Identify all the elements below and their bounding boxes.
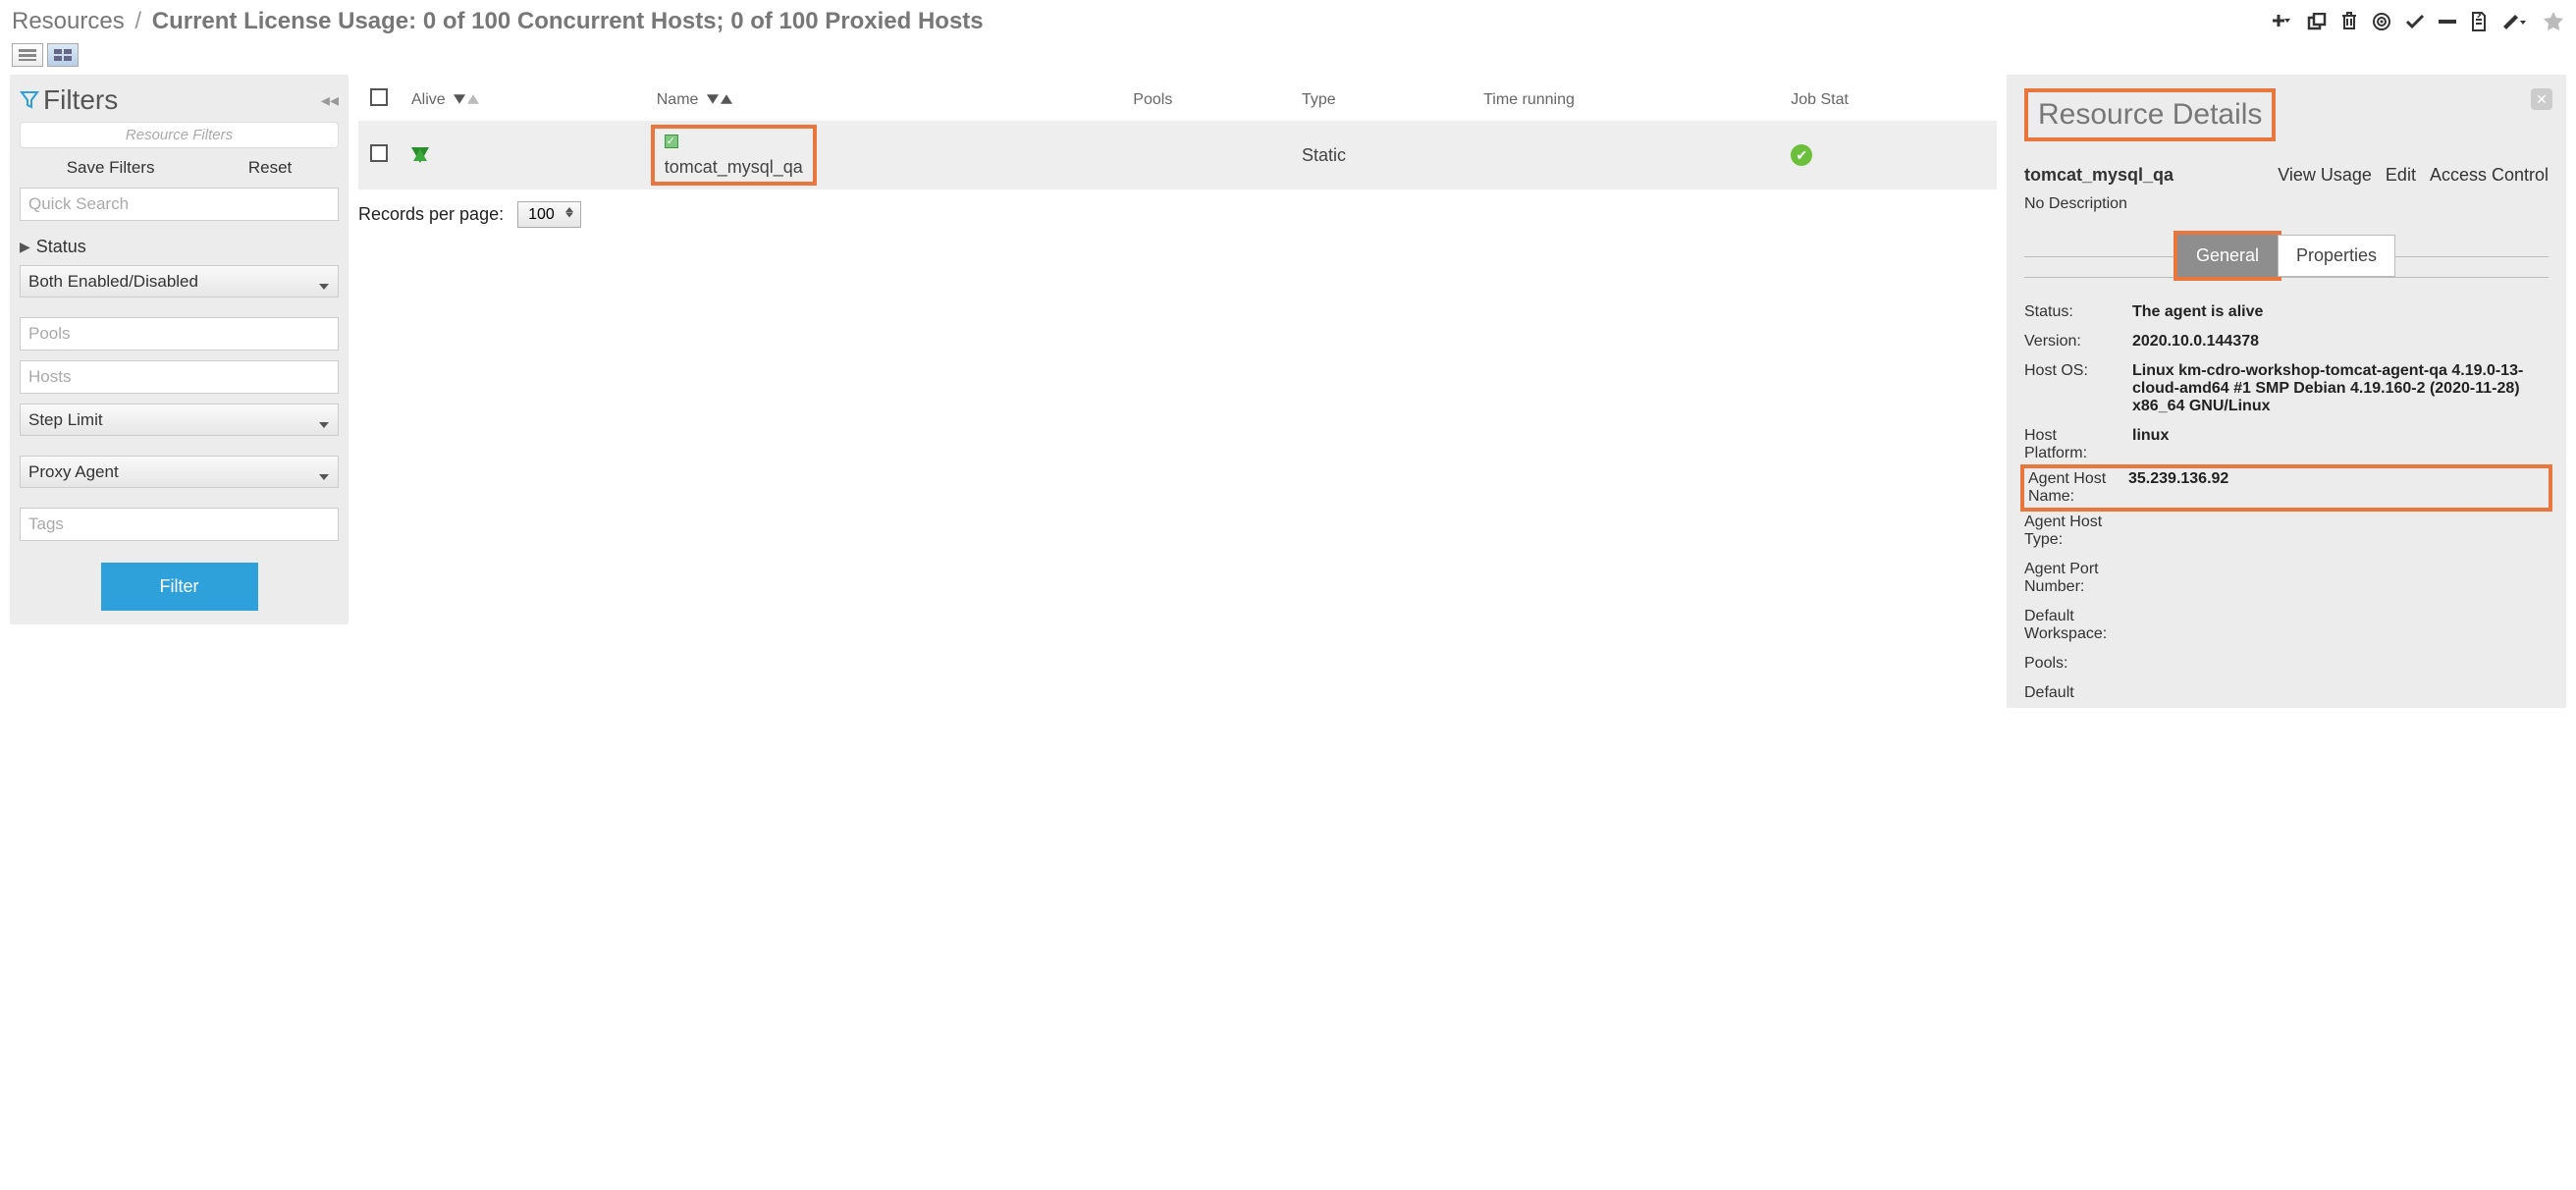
breadcrumb-root[interactable]: Resources — [12, 8, 125, 34]
quick-search-input[interactable] — [20, 188, 339, 221]
type-cell: Static — [1290, 121, 1472, 189]
records-per-page-select[interactable]: 100 — [517, 201, 581, 228]
caret-right-icon: ▶ — [20, 239, 30, 255]
funnel-icon — [20, 90, 39, 110]
filters-panel: Filters ◂◂ Resource Filters Save Filters… — [10, 75, 349, 624]
table-area: Alive Name Pools Type — [358, 75, 1997, 240]
status-toggle[interactable]: ▶ Status — [20, 237, 339, 257]
details-panel: ✕ Resource Details tomcat_mysql_qa No De… — [2007, 75, 2566, 708]
reset-filters-link[interactable]: Reset — [248, 158, 292, 178]
pools-input[interactable] — [20, 317, 339, 351]
breadcrumb: Resources / Current License Usage: 0 of … — [12, 8, 2272, 35]
details-resource-name: tomcat_mysql_qa — [2024, 165, 2174, 186]
prop-default-label: Default — [2024, 684, 2122, 702]
prop-port-label: Agent Port Number: — [2024, 561, 2122, 596]
edit-link[interactable]: Edit — [2386, 165, 2416, 186]
records-label: Records per page: — [358, 204, 504, 225]
filter-button[interactable]: Filter — [101, 563, 258, 611]
tab-properties[interactable]: Properties — [2278, 235, 2395, 277]
col-type[interactable]: Type — [1290, 79, 1472, 121]
prop-ws-label: Default Workspace: — [2024, 608, 2122, 643]
col-name[interactable]: Name — [645, 79, 1122, 121]
sort-icon — [707, 94, 732, 104]
prop-pools-label: Pools: — [2024, 655, 2122, 673]
document-icon[interactable] — [2470, 12, 2488, 31]
prop-version-value: 2020.10.0.144378 — [2132, 333, 2549, 351]
copy-icon[interactable] — [2307, 13, 2327, 30]
col-time-running[interactable]: Time running — [1472, 79, 1779, 121]
alive-icon — [411, 147, 633, 163]
details-description: No Description — [2024, 195, 2174, 213]
trash-icon[interactable] — [2340, 12, 2358, 31]
prop-platform-value: linux — [2132, 427, 2549, 445]
resource-filters-bar[interactable]: Resource Filters — [20, 122, 339, 148]
agent-host-name-highlight: Agent Host Name: 35.239.136.92 — [2024, 468, 2549, 508]
prop-status-value: The agent is alive — [2132, 303, 2549, 321]
access-control-link[interactable]: Access Control — [2430, 165, 2549, 186]
status-label: Status — [36, 237, 86, 257]
prop-hosttype-label: Agent Host Type: — [2024, 514, 2122, 549]
edit-menu-icon[interactable] — [2501, 13, 2529, 30]
view-usage-link[interactable]: View Usage — [2278, 165, 2372, 186]
filters-title-text: Filters — [43, 84, 118, 116]
select-all-checkbox[interactable] — [370, 88, 388, 106]
prop-status-label: Status: — [2024, 303, 2122, 321]
hosts-input[interactable] — [20, 360, 339, 394]
minus-icon[interactable] — [2439, 19, 2456, 25]
col-pools[interactable]: Pools — [1121, 79, 1290, 121]
breadcrumb-title: Current License Usage: 0 of 100 Concurre… — [152, 8, 984, 34]
col-alive[interactable]: Alive — [400, 79, 645, 121]
sort-icon — [454, 94, 479, 104]
prop-hostname-label: Agent Host Name: — [2028, 470, 2119, 506]
prop-platform-label: Host Platform: — [2024, 427, 2122, 462]
resource-name-text: tomcat_mysql_qa — [665, 157, 803, 177]
tags-input[interactable] — [20, 508, 339, 541]
status-ok-icon: ✔ — [1791, 144, 1812, 166]
table-row[interactable]: tomcat_mysql_qa Static ✔ — [358, 121, 1997, 189]
prop-hostos-value: Linux km-cdro-workshop-tomcat-agent-qa 4… — [2132, 362, 2549, 415]
enabled-select[interactable]: Both Enabled/Disabled — [20, 265, 339, 298]
collapse-icon[interactable]: ◂◂ — [321, 90, 339, 111]
star-icon[interactable] — [2543, 11, 2564, 32]
prop-hostname-value: 35.239.136.92 — [2128, 470, 2545, 488]
step-limit-select[interactable]: Step Limit — [20, 404, 339, 436]
grid-view-icon[interactable] — [47, 43, 79, 67]
details-title: Resource Details — [2024, 88, 2276, 141]
add-menu-icon[interactable] — [2272, 13, 2293, 30]
tab-general[interactable]: General — [2177, 235, 2278, 277]
prop-hostos-label: Host OS: — [2024, 362, 2122, 380]
proxy-agent-select[interactable]: Proxy Agent — [20, 456, 339, 488]
filters-title: Filters — [20, 84, 118, 116]
prop-version-label: Version: — [2024, 333, 2122, 351]
list-view-icon[interactable] — [12, 43, 43, 67]
toolbar — [2272, 11, 2564, 32]
close-icon[interactable]: ✕ — [2531, 88, 2552, 110]
breadcrumb-sep: / — [131, 8, 145, 34]
col-job-status[interactable]: Job Stat — [1779, 79, 1997, 121]
resource-name-cell[interactable]: tomcat_mysql_qa — [651, 125, 817, 186]
enabled-check-icon — [665, 135, 678, 148]
check-icon[interactable] — [2405, 14, 2425, 29]
row-checkbox[interactable] — [370, 144, 388, 162]
save-filters-link[interactable]: Save Filters — [67, 158, 155, 178]
target-icon[interactable] — [2372, 12, 2391, 31]
